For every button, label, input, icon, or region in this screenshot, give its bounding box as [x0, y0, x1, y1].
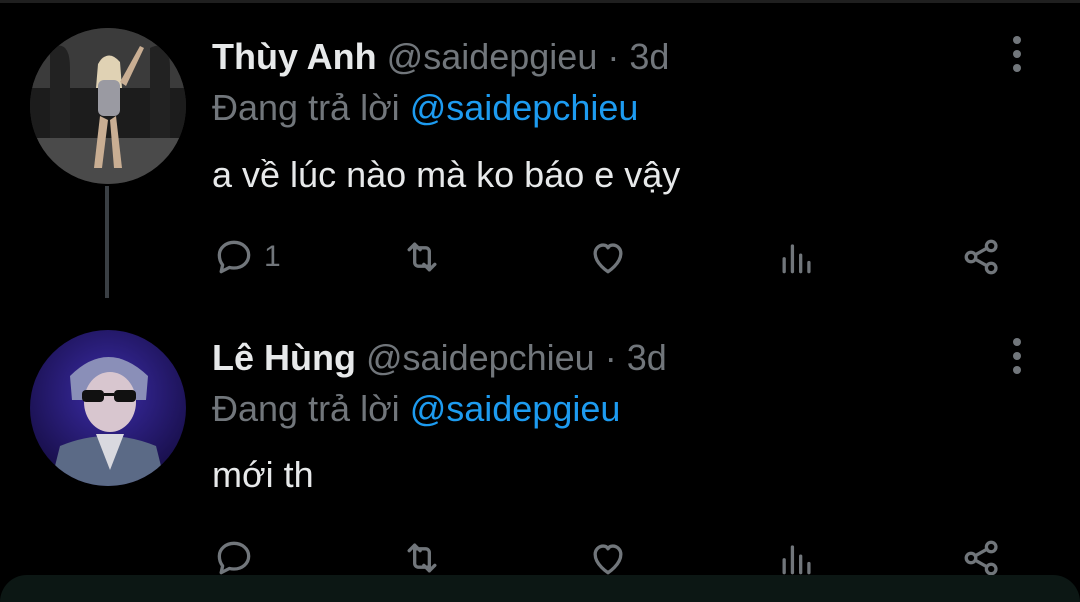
views-icon: [782, 545, 811, 575]
mention-link[interactable]: @saidepgieu: [410, 388, 621, 429]
replying-to-label: Đang trả lời: [212, 388, 400, 429]
share-button[interactable]: [960, 233, 1004, 281]
display-name[interactable]: Lê Hùng: [212, 337, 356, 378]
reply-icon: [217, 541, 251, 575]
action-bar: 1: [0, 233, 1080, 281]
replying-to-label: Đang trả lời: [212, 87, 400, 128]
like-button[interactable]: [586, 233, 630, 281]
more-icon[interactable]: [1002, 32, 1032, 76]
username[interactable]: @saidepchieu: [366, 337, 595, 378]
tweet-text: a về lúc nào mà ko báo e vậy: [212, 154, 681, 195]
reply-icon: [217, 240, 251, 274]
tweet-2[interactable]: Lê Hùng @saidepchieu · 3d Đang trả lời @…: [0, 330, 1080, 602]
tweet-1[interactable]: Thùy Anh @saidepgieu · 3d Đang trả lời @…: [0, 0, 1080, 330]
reply-count: 1: [264, 240, 281, 273]
retweet-button[interactable]: [400, 233, 444, 281]
avatar[interactable]: [30, 28, 186, 184]
views-button[interactable]: [775, 233, 819, 281]
tweet-header: Thùy Anh @saidepgieu · 3d: [212, 36, 669, 78]
share-icon: [964, 540, 998, 576]
replying-to: Đang trả lời @saidepchieu: [212, 87, 638, 129]
share-icon: [964, 239, 998, 275]
tweet-text: mới th: [212, 454, 314, 495]
replying-to: Đang trả lời @saidepgieu: [212, 388, 620, 430]
avatar[interactable]: [30, 330, 186, 486]
mention-link[interactable]: @saidepchieu: [410, 87, 639, 128]
tweet-header: Lê Hùng @saidepchieu · 3d: [212, 337, 667, 379]
timestamp[interactable]: 3d: [629, 36, 669, 77]
timestamp[interactable]: 3d: [627, 337, 667, 378]
display-name[interactable]: Thùy Anh: [212, 36, 377, 77]
bottom-sheet-edge: [0, 575, 1080, 602]
more-icon[interactable]: [1002, 334, 1032, 378]
retweet-icon: [407, 242, 437, 272]
separator: ·: [604, 337, 617, 378]
like-icon: [593, 243, 623, 274]
like-icon: [593, 544, 623, 575]
reply-button[interactable]: 1: [212, 233, 281, 281]
username[interactable]: @saidepgieu: [387, 36, 598, 77]
retweet-icon: [407, 543, 437, 573]
views-icon: [782, 244, 811, 274]
separator: ·: [607, 36, 620, 77]
